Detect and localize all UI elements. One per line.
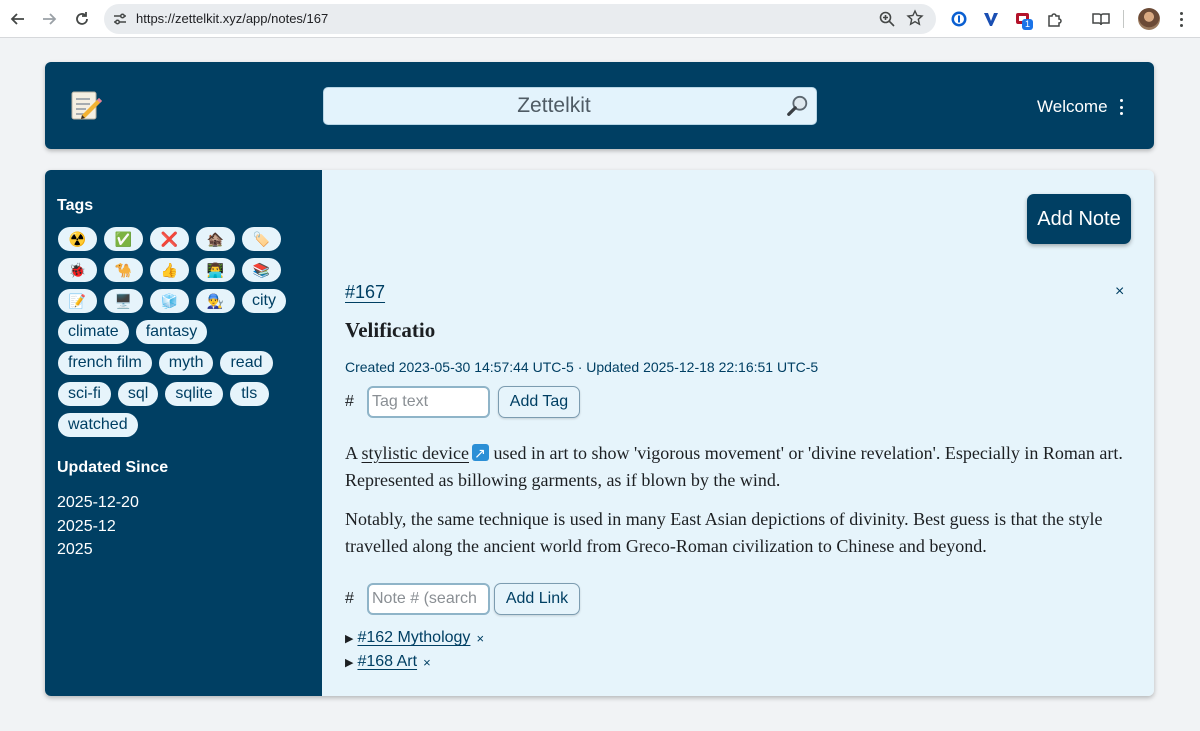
search-box: [323, 87, 817, 125]
note-title: Velificatio: [345, 318, 436, 342]
note-paragraph: Notably, the same technique is used in m…: [345, 509, 1103, 556]
tag-fantasy[interactable]: fantasy: [135, 320, 208, 344]
profile-avatar[interactable]: [1138, 8, 1160, 30]
updated-since-list: 2025-12-20 2025-12 2025: [57, 491, 139, 562]
extensions-puzzle-icon[interactable]: [1044, 8, 1066, 30]
note-paragraph: A stylistic device used in art to show '…: [345, 440, 1125, 494]
user-menu-icon[interactable]: [1118, 99, 1124, 115]
main-area: Tags ☢️ ✅ ❌ 🏚️ 🏷️ 🐞 🐪 👍 👨‍💻 📚 📝 🖥️ 🧊 👨‍🔧 city climate fa…: [45, 170, 1154, 696]
linked-note-link[interactable]: #162 Mythology: [357, 629, 470, 647]
note-id-link[interactable]: #167: [345, 282, 385, 303]
search-input[interactable]: [324, 88, 784, 124]
tag-row: climate fantasy: [58, 320, 313, 344]
back-icon[interactable]: [7, 8, 29, 30]
updated-since-item[interactable]: 2025-12: [57, 515, 139, 539]
tag-emoji[interactable]: 📝: [58, 289, 97, 313]
tag-emoji[interactable]: ☢️: [58, 227, 97, 251]
site-settings-icon[interactable]: [112, 11, 128, 27]
vee-icon[interactable]: [980, 8, 1002, 30]
tag-emoji[interactable]: 👨‍💻: [196, 258, 235, 282]
tag-emoji[interactable]: 🐪: [104, 258, 143, 282]
tag-climate[interactable]: climate: [58, 320, 129, 344]
remove-link-icon[interactable]: ×: [423, 655, 431, 670]
tag-french-film[interactable]: french film: [58, 351, 152, 375]
tag-emoji[interactable]: 👍: [150, 258, 189, 282]
external-link-icon[interactable]: [472, 441, 489, 468]
updated-since-item[interactable]: 2025: [57, 538, 139, 562]
expand-triangle-icon[interactable]: ▶: [345, 656, 353, 669]
tag-tls[interactable]: tls: [229, 382, 269, 406]
note-body: A stylistic device used in art to show '…: [345, 440, 1125, 572]
tag-row: sci-fi sql sqlite tls: [58, 382, 313, 406]
reading-mode-icon[interactable]: [1090, 8, 1112, 30]
remove-link-icon[interactable]: ×: [476, 631, 484, 646]
extension-badge: 1: [1022, 19, 1034, 30]
memo-logo-icon[interactable]: [69, 88, 103, 122]
tags-heading: Tags: [57, 197, 94, 214]
note-timestamps: Created 2023-05-30 14:57:44 UTC-5 · Upda…: [345, 359, 819, 375]
tag-emoji[interactable]: 🏷️: [242, 227, 281, 251]
add-tag-button[interactable]: Add Tag: [498, 386, 580, 418]
tag-sqlite[interactable]: sqlite: [165, 382, 223, 406]
link-hash-label: #: [345, 590, 354, 607]
tag-city[interactable]: city: [242, 289, 286, 313]
tag-emoji[interactable]: 📚: [242, 258, 281, 282]
tag-sql[interactable]: sql: [117, 382, 159, 406]
tag-emoji[interactable]: 🐞: [58, 258, 97, 282]
close-note-icon[interactable]: ×: [1115, 283, 1124, 301]
tag-watched[interactable]: watched: [58, 413, 138, 437]
tag-sci-fi[interactable]: sci-fi: [58, 382, 111, 406]
tag-emoji[interactable]: 🏚️: [196, 227, 235, 251]
reload-icon[interactable]: [71, 8, 93, 30]
sidebar: Tags ☢️ ✅ ❌ 🏚️ 🏷️ 🐞 🐪 👍 👨‍💻 📚 📝 🖥️ 🧊 👨‍🔧 city climate fa…: [45, 170, 322, 696]
updated-since-item[interactable]: 2025-12-20: [57, 491, 139, 515]
linked-note-row: ▶ #162 Mythology ×: [345, 626, 484, 650]
app-header: Welcome: [45, 62, 1154, 149]
add-note-button[interactable]: Add Note: [1027, 194, 1131, 244]
tag-myth[interactable]: myth: [158, 351, 214, 375]
welcome-label[interactable]: Welcome: [1037, 97, 1108, 117]
linked-notes: ▶ #162 Mythology × ▶ #168 Art ×: [345, 626, 484, 674]
note-panel: Add Note #167 × Velificatio Created 2023…: [322, 170, 1154, 696]
tag-hash-label: #: [345, 393, 354, 410]
zoom-icon[interactable]: [878, 10, 896, 28]
tag-row: french film myth read: [58, 351, 313, 375]
expand-triangle-icon[interactable]: ▶: [345, 632, 353, 645]
add-link-button[interactable]: Add Link: [494, 583, 580, 615]
address-bar[interactable]: https://zettelkit.xyz/app/notes/167: [104, 4, 936, 34]
tag-list: ☢️ ✅ ❌ 🏚️ 🏷️ 🐞 🐪 👍 👨‍💻 📚 📝 🖥️ 🧊 👨‍🔧 city climate fantasy…: [58, 227, 313, 444]
browser-toolbar: https://zettelkit.xyz/app/notes/167 1: [0, 0, 1200, 38]
url-text[interactable]: https://zettelkit.xyz/app/notes/167: [136, 11, 328, 26]
paragraph-text: A: [345, 443, 362, 463]
forward-icon[interactable]: [38, 8, 60, 30]
shield-extension-icon[interactable]: 1: [1012, 8, 1034, 30]
tag-row: 📝 🖥️ 🧊 👨‍🔧 city: [58, 289, 313, 313]
linked-note-row: ▶ #168 Art ×: [345, 650, 484, 674]
tag-emoji[interactable]: 👨‍🔧: [196, 289, 235, 313]
password-manager-icon[interactable]: [948, 8, 970, 30]
chrome-menu-icon[interactable]: [1172, 8, 1190, 30]
tag-row: watched: [58, 413, 313, 437]
updated-since-heading: Updated Since: [57, 459, 169, 476]
search-icon[interactable]: [784, 92, 812, 120]
note-search-input[interactable]: [367, 583, 490, 615]
linked-note-link[interactable]: #168 Art: [357, 653, 417, 671]
stylistic-device-link[interactable]: stylistic device: [362, 443, 469, 463]
tag-emoji[interactable]: ✅: [104, 227, 143, 251]
tag-emoji[interactable]: 🧊: [150, 289, 189, 313]
bookmark-star-icon[interactable]: [906, 9, 924, 27]
tag-text-input[interactable]: [367, 386, 490, 418]
tag-read[interactable]: read: [220, 351, 273, 375]
tag-emoji[interactable]: 🖥️: [104, 289, 143, 313]
toolbar-divider: [1123, 10, 1124, 28]
tag-emoji[interactable]: ❌: [150, 227, 189, 251]
tag-row: ☢️ ✅ ❌ 🏚️ 🏷️: [58, 227, 313, 251]
tag-row: 🐞 🐪 👍 👨‍💻 📚: [58, 258, 313, 282]
